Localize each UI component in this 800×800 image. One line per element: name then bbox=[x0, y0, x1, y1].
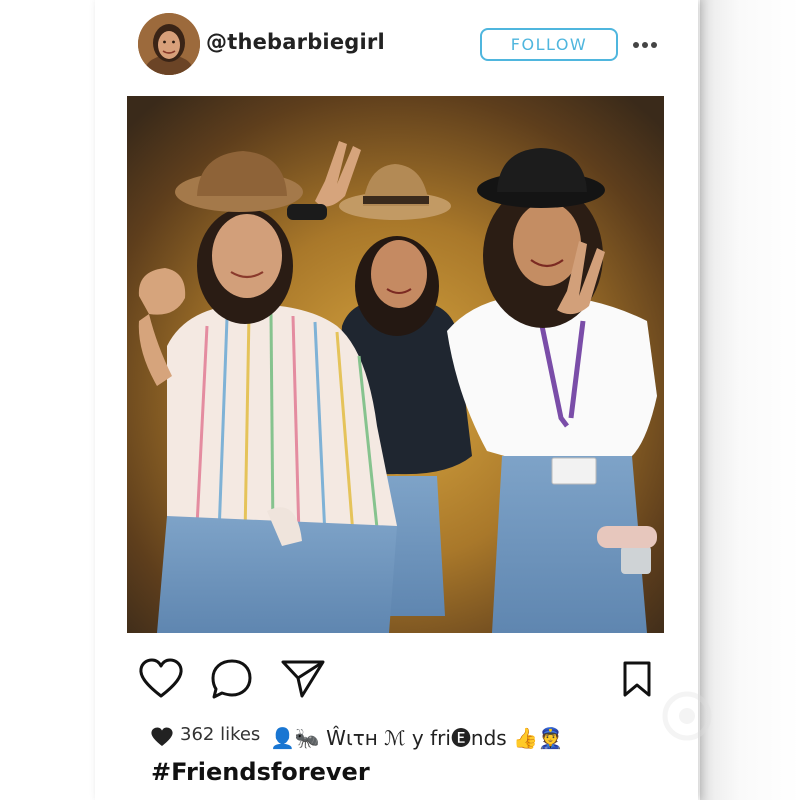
heart-icon[interactable] bbox=[138, 658, 184, 704]
watermark-logo bbox=[612, 684, 762, 784]
more-dots-icon[interactable] bbox=[632, 35, 658, 55]
post-caption: 👤🐜 Ŵιτн ℳ y fri🅔nds 👍👮 bbox=[270, 726, 563, 750]
send-paper-plane-icon[interactable] bbox=[280, 658, 326, 704]
action-bar bbox=[138, 656, 658, 702]
likes-count[interactable]: 362 likes bbox=[180, 724, 260, 745]
comment-bubble-icon[interactable] bbox=[210, 658, 254, 704]
avatar[interactable] bbox=[138, 13, 200, 75]
post-photo[interactable] bbox=[127, 96, 664, 633]
page-shadow bbox=[700, 0, 800, 800]
filled-heart-icon bbox=[150, 727, 174, 751]
likes-caption-row: 362 likes 👤🐜 Ŵιτн ℳ y fri🅔nds 👍👮 bbox=[150, 720, 670, 754]
post-header: @thebarbiegirl FOLLOW bbox=[138, 13, 668, 75]
username[interactable]: @thebarbiegirl bbox=[206, 30, 385, 54]
follow-button[interactable]: FOLLOW bbox=[480, 28, 618, 61]
page: @thebarbiegirl FOLLOW 362 likes 👤🐜 Ŵιτн … bbox=[0, 0, 800, 800]
hashtag[interactable]: #Friendsforever bbox=[151, 758, 370, 786]
